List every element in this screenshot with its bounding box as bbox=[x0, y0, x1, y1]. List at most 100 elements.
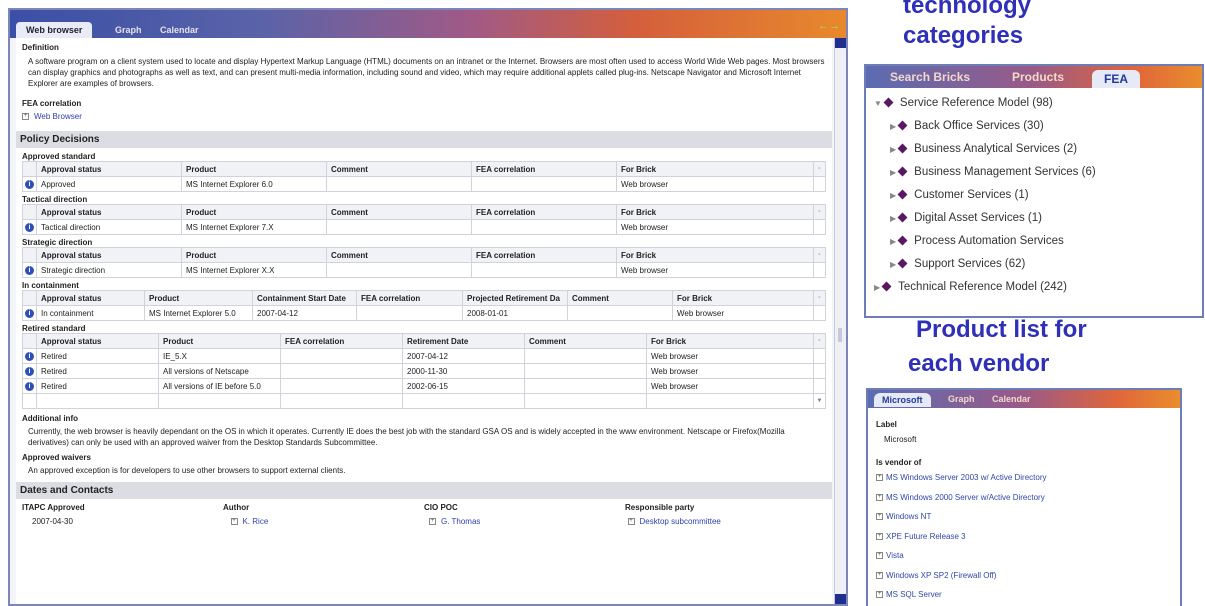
expand-icon[interactable]: + bbox=[876, 493, 883, 501]
tree-item[interactable]: ▶ Technical Reference Model (242) bbox=[874, 276, 1194, 299]
table-row[interactable]: i Approved MS Internet Explorer 6.0 Web bro… bbox=[22, 176, 826, 192]
tree-item[interactable]: ▼ Service Reference Model (98) bbox=[874, 92, 1194, 115]
main-scrollbar[interactable] bbox=[834, 38, 846, 604]
expand-icon[interactable]: ▶ bbox=[890, 230, 896, 253]
expand-icon[interactable]: + bbox=[876, 552, 883, 560]
responsible-link[interactable]: Desktop subcommittee bbox=[638, 517, 721, 526]
expand-icon[interactable]: + bbox=[876, 571, 883, 579]
list-item[interactable]: + MS SQL Server bbox=[876, 590, 1172, 606]
retired-label: Retired standard bbox=[22, 324, 86, 333]
additional-label: Additional info bbox=[22, 414, 78, 423]
cell: 2002-06-15 bbox=[402, 378, 525, 394]
tab-search-bricks[interactable]: Search Bricks bbox=[890, 70, 970, 84]
column-menu-icon[interactable]: ▫ bbox=[813, 204, 826, 220]
table-row[interactable]: i Strategic direction MS Internet Explorer… bbox=[22, 262, 826, 278]
tab-microsoft[interactable]: Microsoft bbox=[874, 393, 931, 407]
cell bbox=[471, 262, 617, 278]
info-icon[interactable]: i bbox=[25, 309, 34, 318]
list-item[interactable]: + Windows NT bbox=[876, 512, 1172, 532]
list-item[interactable]: + Vista bbox=[876, 551, 1172, 571]
list-item[interactable]: + MS Windows Server 2003 w/ Active Direct… bbox=[876, 473, 1172, 493]
expand-icon[interactable]: + bbox=[627, 518, 635, 526]
tree-item[interactable]: ▶ Digital Asset Services (1) bbox=[874, 207, 1194, 230]
column-menu-icon[interactable]: ▫ bbox=[813, 290, 826, 306]
cell: MS Internet Explorer 6.0 bbox=[181, 176, 327, 192]
column-menu-icon[interactable]: ▫ bbox=[813, 247, 826, 263]
tree-item[interactable]: ▶ Customer Services (1) bbox=[874, 184, 1194, 207]
expand-icon[interactable]: + bbox=[876, 532, 883, 540]
expand-icon[interactable]: ▶ bbox=[890, 115, 896, 138]
list-item[interactable]: + XPE Future Release 3 bbox=[876, 532, 1172, 552]
expand-icon[interactable]: + bbox=[876, 513, 883, 521]
node-icon bbox=[883, 97, 894, 108]
vendor-content: Label Microsoft Is vendor of + MS Windows… bbox=[868, 408, 1180, 606]
col-header: Comment bbox=[567, 290, 673, 306]
expand-icon[interactable]: ▶ bbox=[890, 161, 896, 184]
tree-item[interactable]: ▶ Back Office Services (30) bbox=[874, 115, 1194, 138]
expand-icon[interactable]: + bbox=[22, 113, 29, 121]
cell bbox=[326, 176, 472, 192]
table-row[interactable]: i Retired IE_5.X 2007-04-12 Web browser bbox=[22, 348, 826, 364]
info-icon[interactable]: i bbox=[25, 223, 34, 232]
tab-graph[interactable]: Graph bbox=[105, 22, 152, 38]
expand-icon[interactable]: ▶ bbox=[890, 184, 896, 207]
expand-icon[interactable]: + bbox=[230, 518, 238, 526]
table-row[interactable]: i In containment MS Internet Explorer 5.0 2… bbox=[22, 305, 826, 321]
itapc-label: ITAPC Approved bbox=[22, 503, 85, 512]
table-row[interactable]: i Retired All versions of IE before 5.0 200… bbox=[22, 378, 826, 394]
tab-products[interactable]: Products bbox=[1012, 70, 1064, 84]
tab-calendar[interactable]: Calendar bbox=[150, 22, 209, 38]
expand-icon[interactable]: ▶ bbox=[874, 276, 880, 299]
tree-item[interactable]: ▶ Business Analytical Services (2) bbox=[874, 138, 1194, 161]
column-menu-icon[interactable]: ▫ bbox=[813, 161, 826, 177]
info-icon[interactable]: i bbox=[25, 382, 34, 391]
fea-link[interactable]: Web Browser bbox=[32, 112, 82, 121]
expand-icon[interactable]: ▶ bbox=[890, 253, 896, 276]
tab-graph[interactable]: Graph bbox=[948, 394, 975, 404]
column-menu-icon[interactable]: ▫ bbox=[813, 333, 826, 349]
table-row[interactable]: i Retired All versions of Netscape 2000-11-… bbox=[22, 363, 826, 379]
tree-item[interactable]: ▶ Business Management Services (6) bbox=[874, 161, 1194, 184]
tab-web-browser[interactable]: Web browser bbox=[16, 22, 93, 38]
node-icon bbox=[897, 120, 908, 131]
scroll-thumb[interactable] bbox=[838, 328, 842, 342]
list-item[interactable]: + Windows XP SP2 (Firewall Off) bbox=[876, 571, 1172, 591]
tab-fea[interactable]: FEA bbox=[1092, 70, 1140, 88]
info-icon[interactable]: i bbox=[25, 266, 34, 275]
info-icon[interactable]: i bbox=[25, 367, 34, 376]
cell bbox=[326, 219, 472, 235]
fea-label: FEA correlation bbox=[22, 99, 82, 108]
contacts-values: 2007-04-30 + K. Rice + G. Thomas + Desktop … bbox=[22, 517, 826, 526]
list-item[interactable]: + MS Windows 2000 Server w/Active Directo… bbox=[876, 493, 1172, 513]
tactical-label: Tactical direction bbox=[22, 195, 88, 204]
contacts-labels: ITAPC Approved Author CIO POC Responsibl… bbox=[22, 503, 826, 512]
fea-link-row[interactable]: + Web Browser bbox=[22, 112, 826, 121]
scroll-up-icon[interactable] bbox=[835, 38, 846, 48]
expand-icon[interactable]: ▶ bbox=[890, 207, 896, 230]
tree-item[interactable]: ▶ Process Automation Services bbox=[874, 230, 1194, 253]
cell: Web browser bbox=[616, 262, 814, 278]
collapse-icon[interactable]: ▼ bbox=[874, 92, 882, 115]
expand-icon[interactable]: ▶ bbox=[890, 138, 896, 161]
tree-item[interactable]: ▶ Support Services (62) bbox=[874, 253, 1194, 276]
waivers-label: Approved waivers bbox=[22, 453, 91, 462]
info-icon[interactable]: i bbox=[25, 352, 34, 361]
cell: IE_5.X bbox=[158, 348, 281, 364]
table-row[interactable]: i Tactical direction MS Internet Explorer … bbox=[22, 219, 826, 235]
scroll-down-icon[interactable] bbox=[835, 594, 846, 604]
cell bbox=[280, 348, 403, 364]
expand-icon[interactable]: + bbox=[876, 474, 883, 482]
cell: 2007-04-12 bbox=[402, 348, 525, 364]
col-header: FEA correlation bbox=[471, 247, 617, 263]
col-header: Approval status bbox=[36, 290, 145, 306]
author-link[interactable]: K. Rice bbox=[241, 517, 269, 526]
col-header: Approval status bbox=[36, 161, 182, 177]
cio-poc-link[interactable]: G. Thomas bbox=[439, 517, 480, 526]
nav-arrows-icon[interactable]: ←→ bbox=[818, 20, 840, 32]
tab-calendar[interactable]: Calendar bbox=[992, 394, 1031, 404]
heading-product-list: Product list for bbox=[916, 316, 1087, 343]
table-scroll-down-icon[interactable]: ▼ bbox=[813, 393, 826, 409]
expand-icon[interactable]: + bbox=[876, 591, 883, 599]
expand-icon[interactable]: + bbox=[429, 518, 436, 526]
info-icon[interactable]: i bbox=[25, 180, 34, 189]
